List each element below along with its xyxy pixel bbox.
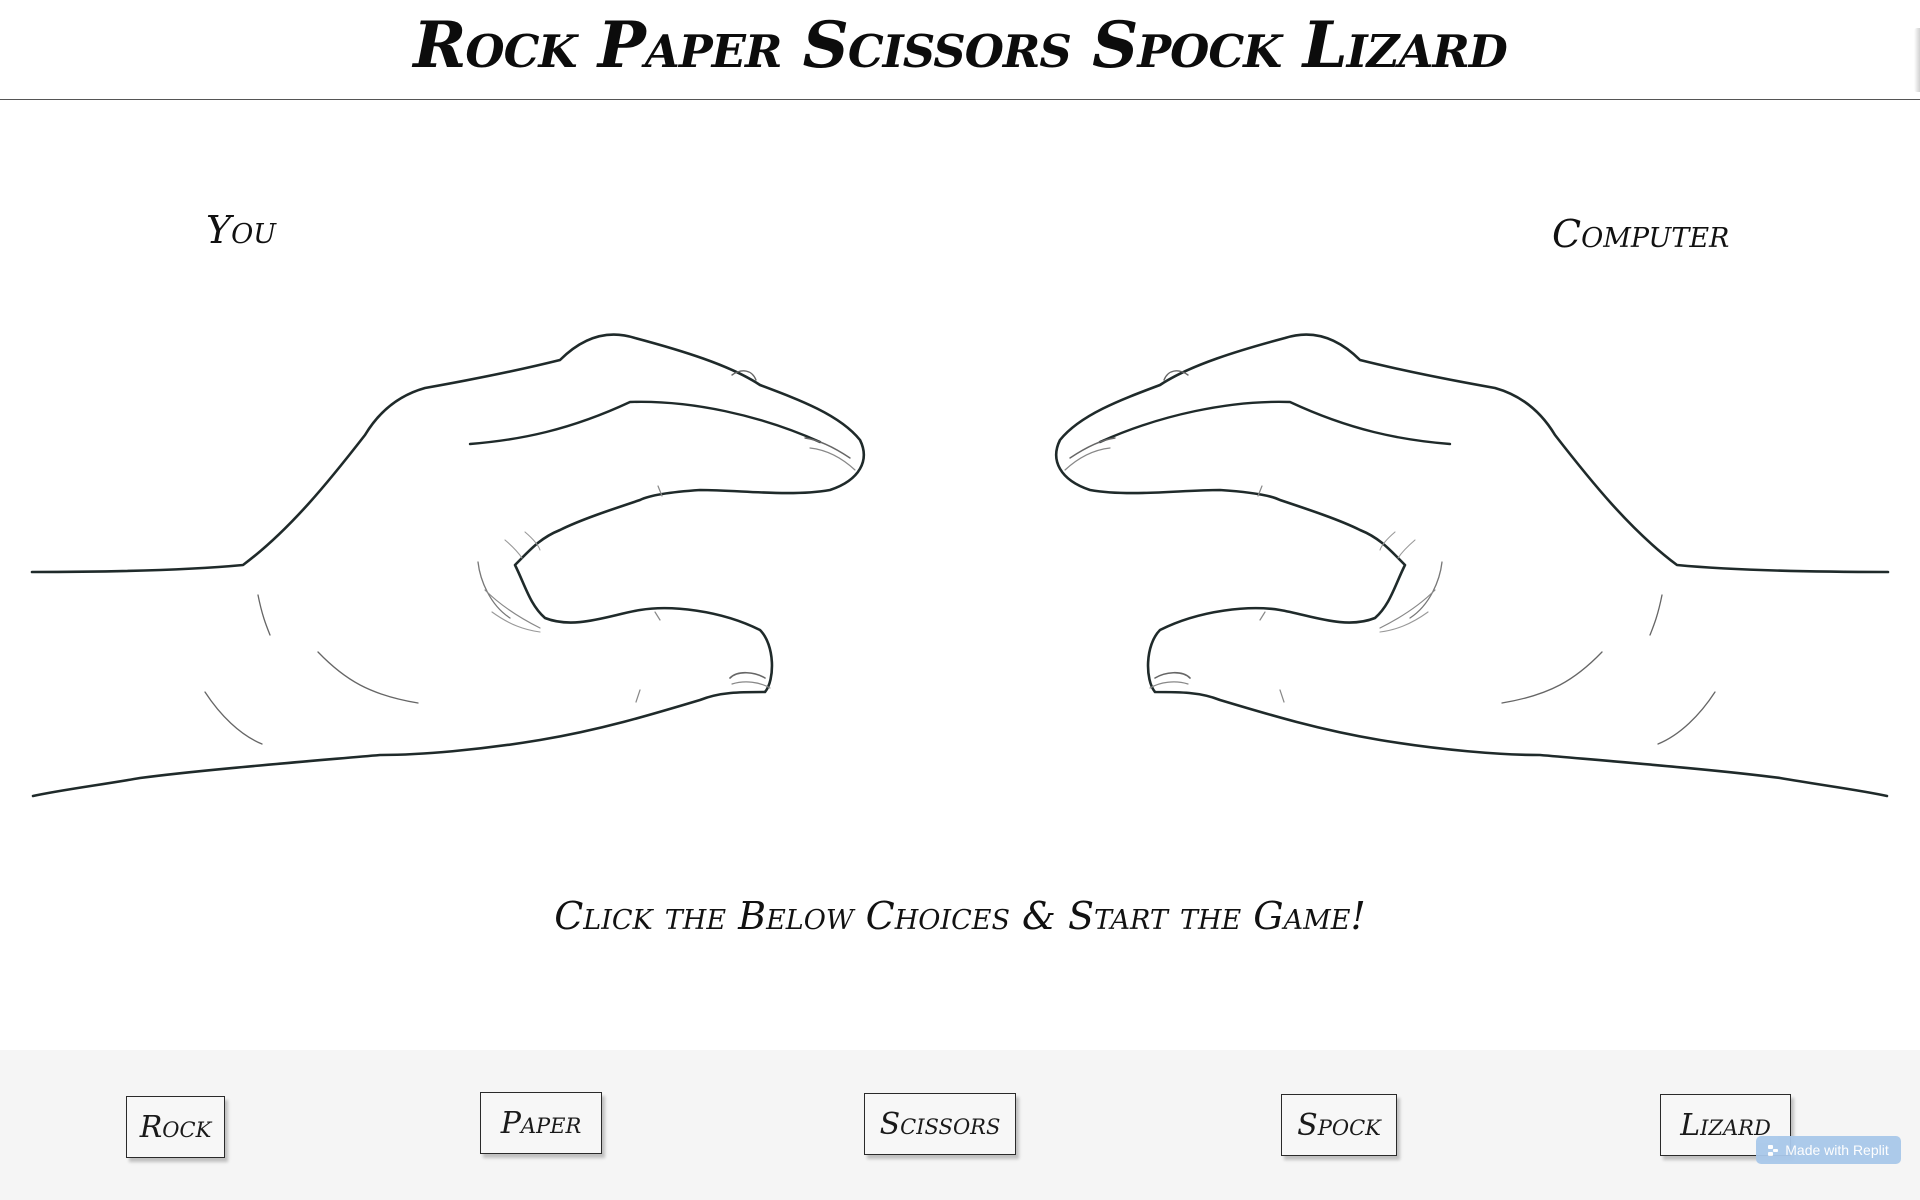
game-page: Rock Paper Scissors Spock Lizard You Com…: [0, 0, 1920, 1200]
player-hand-image: [30, 333, 866, 798]
replit-icon: [1768, 1144, 1779, 1156]
rock-button[interactable]: Rock: [126, 1096, 225, 1158]
computer-label: Computer: [1552, 212, 1730, 256]
badge-label: Made with Replit: [1785, 1142, 1889, 1158]
paper-button[interactable]: Paper: [480, 1092, 602, 1154]
choices-bar: Rock Paper Scissors Spock Lizard: [0, 1050, 1920, 1200]
instruction-text: Click the Below Choices & Start the Game…: [554, 894, 1366, 938]
scroll-edge-shadow: [1914, 28, 1920, 92]
computer-hand-image: [1054, 333, 1890, 798]
header-bar: Rock Paper Scissors Spock Lizard: [0, 0, 1920, 100]
page-title: Rock Paper Scissors Spock Lizard: [413, 8, 1508, 83]
spock-button[interactable]: Spock: [1281, 1094, 1397, 1156]
player-label: You: [206, 208, 276, 252]
made-with-replit-badge[interactable]: Made with Replit: [1756, 1136, 1901, 1164]
scissors-button[interactable]: Scissors: [864, 1093, 1016, 1155]
hands-area: [0, 300, 1920, 840]
